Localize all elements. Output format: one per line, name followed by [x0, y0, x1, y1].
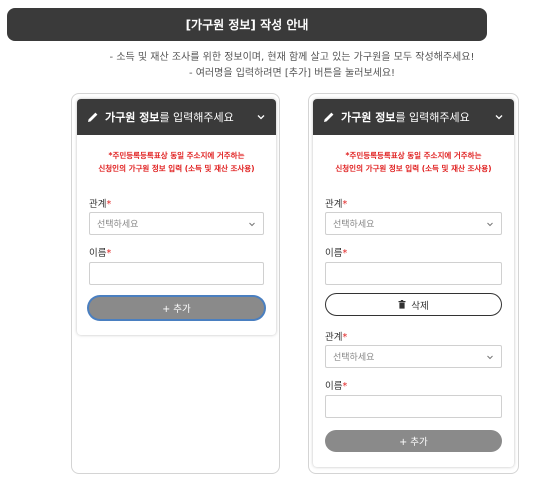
card-header[interactable]: 가구원 정보를 입력해주세요	[313, 99, 514, 135]
name-label: 이름*	[325, 381, 348, 392]
chevron-down-icon	[249, 222, 255, 226]
card-title-rest: 를 입력해주세요	[395, 111, 470, 124]
warning-text: *주민등록등록표상 동일 주소지에 거주하는 신청인의 가구원 정보 입력 (소…	[335, 151, 492, 173]
guide-note-2: - 여러명을 입력하려면 [추가] 버튼을 눌러보세요!	[188, 68, 396, 79]
card-title-bold: 가구원 정보	[105, 111, 160, 124]
add-button[interactable]: + 추가	[325, 430, 502, 452]
chevron-down-icon[interactable]	[494, 112, 504, 122]
guide-note-1: - 소득 및 재산 조사를 위한 정보이며, 현재 함께 살고 있는 가구원을 …	[109, 52, 475, 63]
card-title-rest: 를 입력해주세요	[159, 111, 234, 124]
guide-banner: [가구원 정보] 작성 안내	[7, 8, 487, 41]
name-input[interactable]	[89, 262, 264, 285]
trash-icon	[398, 300, 406, 309]
card-title-bold: 가구원 정보	[341, 111, 396, 124]
right-member-card: 가구원 정보를 입력해주세요 *주민등록등록표상 동일 주소지에 거주하는 신청…	[313, 99, 514, 467]
chevron-down-icon	[487, 355, 493, 359]
relation-select[interactable]: 선택하세요	[325, 212, 502, 235]
name-label: 이름*	[89, 248, 112, 259]
pencil-icon	[88, 112, 98, 122]
relation-label: 관계*	[325, 332, 348, 343]
guide-banner-title: [가구원 정보] 작성 안내	[185, 18, 309, 32]
relation-label: 관계*	[89, 199, 112, 210]
chevron-down-icon[interactable]	[256, 112, 266, 122]
pencil-icon	[324, 112, 334, 122]
relation-select[interactable]: 선택하세요	[325, 345, 502, 368]
relation-select[interactable]: 선택하세요	[89, 212, 264, 235]
guide-notes: - 소득 및 재산 조사를 위한 정보이며, 현재 함께 살고 있는 가구원을 …	[0, 50, 544, 82]
name-label: 이름*	[325, 248, 348, 259]
left-member-card: 가구원 정보를 입력해주세요 *주민등록등록표상 동일 주소지에 거주하는 신청…	[77, 99, 276, 335]
name-input[interactable]	[325, 262, 502, 285]
delete-button[interactable]: 삭제	[325, 293, 502, 316]
add-button[interactable]: + 추가	[89, 297, 264, 319]
card-header[interactable]: 가구원 정보를 입력해주세요	[77, 99, 276, 135]
chevron-down-icon	[487, 222, 493, 226]
name-input[interactable]	[325, 395, 502, 418]
relation-label: 관계*	[325, 199, 348, 210]
warning-text: *주민등록등록표상 동일 주소지에 거주하는 신청인의 가구원 정보 입력 (소…	[98, 151, 255, 173]
